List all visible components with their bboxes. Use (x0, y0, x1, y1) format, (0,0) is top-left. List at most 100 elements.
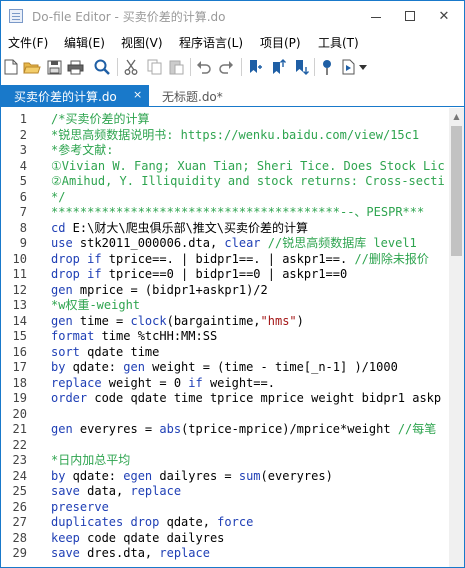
cut-button[interactable] (121, 57, 141, 77)
bookmark-down-icon (296, 60, 309, 75)
code-line[interactable]: save dres.dta, replace (51, 546, 210, 562)
code-token: mprice = (bidpr1+askpr1)/2 (72, 282, 268, 297)
tab-active-file[interactable]: 买卖价差的计算.do × (1, 85, 149, 107)
scrollbar-thumb[interactable] (451, 126, 462, 256)
tab-close-icon[interactable]: × (133, 88, 142, 101)
code-line[interactable]: use stk2011_000006.dta, clear //锐思高频数据库 … (51, 236, 417, 252)
code-line[interactable]: gen everyres = abs(tprice-mprice)/mprice… (51, 422, 436, 438)
code-line[interactable]: drop if tprice==. | bidpr1==. | askpr1==… (51, 252, 429, 268)
toolbar (1, 52, 464, 83)
code-line[interactable]: *参考文献: (51, 143, 113, 159)
code-line[interactable]: by qdate: egen dailyres = sum(everyres) (51, 469, 333, 485)
show-file-in-viewer-button[interactable] (317, 57, 337, 77)
code-line[interactable]: *日内加总平均 (51, 453, 130, 469)
toolbar-separator (314, 58, 315, 76)
copy-button[interactable] (144, 57, 164, 77)
code-line[interactable]: sort qdate time (51, 345, 159, 361)
line-number: 12 (12, 282, 27, 297)
minimize-button[interactable] (359, 1, 393, 31)
code-token: use (51, 236, 73, 250)
code-token: everyres = (72, 422, 160, 436)
code-line[interactable]: ****************************************… (51, 205, 424, 221)
execute-dropdown-button[interactable] (357, 57, 369, 77)
execute-button[interactable] (339, 57, 359, 77)
code-token: qdate: (65, 360, 124, 374)
code-line[interactable]: replace weight = 0 if weight==. (51, 376, 275, 392)
code-token: qdate, (159, 515, 218, 529)
vertical-scrollbar[interactable]: ▲ (449, 108, 464, 567)
code-token: qdate: (65, 468, 124, 483)
code-line[interactable]: /*买卖价差的计算 (51, 112, 149, 128)
code-line[interactable]: ①Vivian W. Fang; Xuan Tian; Sheri Tice. … (51, 159, 445, 175)
menu-file[interactable]: 文件(F) (8, 34, 48, 51)
line-number: 18 (12, 375, 27, 390)
code-token: /*买卖价差的计算 (51, 112, 150, 126)
code-token: E:\财大\爬虫俱乐部\推文\买卖价差的计算 (65, 220, 309, 235)
code-token: force (217, 515, 254, 529)
toggle-bookmark-button[interactable] (245, 57, 265, 77)
minimize-icon (371, 16, 381, 18)
undo-button[interactable] (194, 57, 214, 77)
code-token: stk2011_000006.dta, (72, 236, 225, 250)
code-token: *锐思高频数据说明书: https://wenku.baidu.com/view… (51, 127, 420, 142)
code-token: replace (51, 375, 102, 390)
code-token: ) (296, 313, 304, 328)
code-line[interactable]: gen mprice = (bidpr1+askpr1)/2 (51, 283, 268, 299)
close-button[interactable]: ✕ (427, 1, 461, 31)
code-token: (tprice-mprice)/mprice*weight (181, 422, 398, 436)
print-button[interactable] (65, 57, 85, 77)
code-line[interactable]: format time %tcHH:MM:SS (51, 329, 217, 345)
find-button[interactable] (92, 57, 112, 77)
code-editor[interactable]: 1 2 3 4 5 6 7 8 9 10 11 12 13 14 15 16 17 18 19 20 21 22 23 24 2… (1, 108, 449, 567)
line-number: 1 (19, 112, 27, 126)
code-token: dres.dta, (79, 546, 160, 560)
code-token: sort (51, 344, 80, 359)
code-line[interactable]: */ (51, 190, 65, 206)
new-file-button[interactable] (1, 57, 21, 77)
previous-bookmark-button[interactable] (268, 57, 288, 77)
paste-button[interactable] (166, 57, 186, 77)
toolbar-separator (117, 58, 118, 76)
tab-untitled-file[interactable]: 无标题.do* (150, 85, 270, 107)
code-line[interactable]: keep code qdate dailyres (51, 531, 224, 547)
code-line[interactable]: preserve (51, 500, 109, 516)
code-token: tprice==. | bidpr1==. | askpr1==. (101, 251, 355, 266)
code-line[interactable]: *锐思高频数据说明书: https://wenku.baidu.com/view… (51, 128, 419, 144)
line-number: 26 (12, 499, 27, 514)
maximize-button[interactable] (393, 1, 427, 31)
line-number: 28 (12, 530, 27, 545)
code-token: drop if (51, 251, 102, 266)
code-token: replace (159, 546, 210, 560)
code-line[interactable]: cd E:\财大\爬虫俱乐部\推文\买卖价差的计算 (51, 221, 308, 237)
code-line[interactable]: *w权重-weight (51, 298, 140, 314)
code-token: qdate time (79, 344, 160, 359)
code-token: weight==. (202, 375, 275, 390)
code-line[interactable]: order code qdate time tprice mprice weig… (51, 391, 441, 407)
code-token: gen (51, 422, 73, 436)
code-token: by (51, 360, 66, 374)
menu-language[interactable]: 程序语言(L) (179, 34, 243, 51)
code-token: (everyres) (260, 468, 333, 483)
code-line[interactable]: ②Amihud, Y. Illiquidity and stock return… (51, 174, 445, 190)
code-line[interactable]: drop if tprice==0 | bidpr1==0 | askpr1==… (51, 267, 347, 283)
search-icon (94, 59, 110, 75)
menu-project[interactable]: 项目(P) (260, 34, 301, 51)
save-button[interactable] (44, 57, 64, 77)
tab-label: 买卖价差的计算.do (14, 90, 117, 104)
code-line[interactable]: duplicates drop qdate, force (51, 515, 253, 531)
next-bookmark-button[interactable] (291, 57, 311, 77)
menu-tools[interactable]: 工具(T) (318, 34, 359, 51)
menu-edit[interactable]: 编辑(E) (64, 34, 105, 51)
new-file-icon (4, 59, 18, 75)
code-line[interactable]: gen time = clock(bargaintime,"hms") (51, 314, 304, 330)
code-token: //锐思高频数据库 level1 (260, 236, 417, 250)
code-line[interactable]: save data, replace (51, 484, 181, 500)
scissors-icon (124, 59, 138, 75)
code-token: code qdate time tprice mprice weight bid… (87, 391, 442, 405)
redo-button[interactable] (216, 57, 236, 77)
line-number: 23 (12, 453, 27, 467)
menu-view[interactable]: 视图(V) (121, 34, 163, 51)
scroll-up-icon[interactable]: ▲ (449, 108, 464, 124)
code-line[interactable]: by qdate: gen weight = (time - time[_n-1… (51, 360, 398, 376)
open-file-button[interactable] (22, 57, 42, 77)
